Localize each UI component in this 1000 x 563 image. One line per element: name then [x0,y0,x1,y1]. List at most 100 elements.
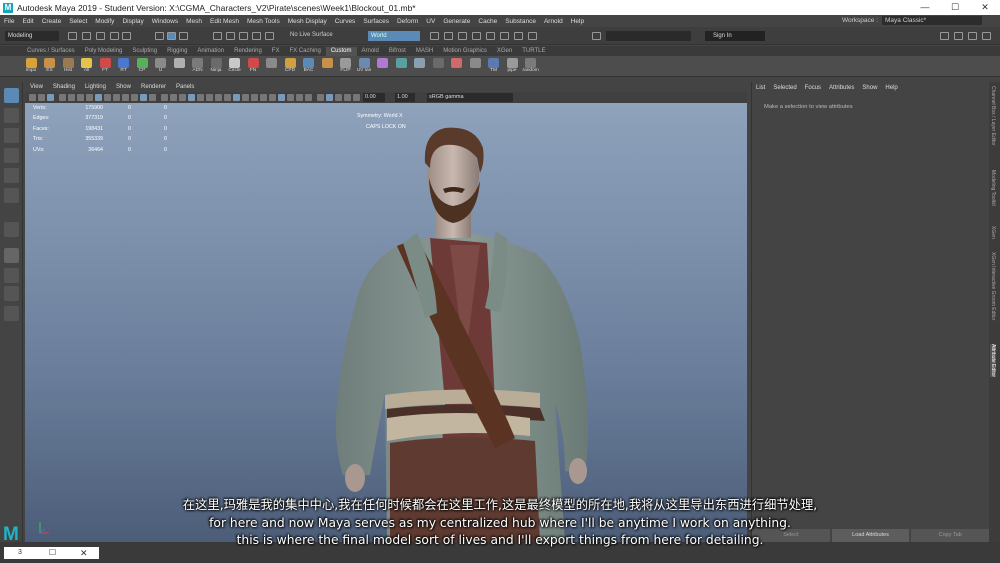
far-clip-field[interactable]: 1.00 [395,93,415,102]
panel-toolbar-icon[interactable] [269,94,276,101]
shelf-button-bac[interactable]: BAC [301,58,317,74]
panel-toolbar-icon[interactable] [38,94,45,101]
panel-toolbar-icon[interactable] [122,94,129,101]
save-scene-icon[interactable] [96,32,105,40]
last-tool-icon[interactable] [4,222,19,237]
panel-toolbar-icon[interactable] [113,94,120,101]
shelf-button-adn[interactable]: ADN [190,58,206,74]
shelf-tab-custom[interactable]: Custom [325,47,357,56]
panel-toolbar-icon[interactable] [77,94,84,101]
shelf-tab-xgen[interactable]: XGen [492,47,517,56]
outliner-layout-icon[interactable] [4,306,19,321]
panel-toolbar-icon[interactable] [140,94,147,101]
shelf-button-flip[interactable]: FLIP [338,58,354,74]
select-tool-icon[interactable] [4,88,19,103]
panel-menu-show[interactable]: Show [111,84,136,90]
workspace-dropdown[interactable]: Maya Classic* [882,16,982,25]
shelf-button-all[interactable]: All [79,58,95,74]
snap-grid-icon[interactable] [213,32,222,40]
pirate-character-model[interactable] [25,103,747,542]
menu-mesh[interactable]: Mesh [182,18,206,25]
ae-menu-focus[interactable]: Focus [801,85,825,91]
ipr-render-icon[interactable] [458,32,467,40]
panel-toolbar-icon[interactable] [59,94,66,101]
menu-cache[interactable]: Cache [474,18,501,25]
workspace-selector[interactable]: Workspace : Maya Classic* [842,16,982,25]
shelf-tab-motion-graphics[interactable]: Motion Graphics [438,47,492,56]
panel-menu-view[interactable]: View [25,84,48,90]
shelf-button-cpd[interactable]: CPD [282,58,298,74]
shelf-tab-poly-modeling[interactable]: Poly Modeling [80,47,128,56]
shelf-button-cp[interactable]: CP [134,58,150,74]
shelf-button-tool-8[interactable] [171,58,187,68]
shelf-button-tool-23[interactable] [449,58,465,68]
shelf-button-rt[interactable]: RT [116,58,132,74]
command-search-field[interactable] [606,31,691,41]
menuset-dropdown[interactable]: Modeling [5,31,59,41]
menu-display[interactable]: Display [118,18,147,25]
ae-menu-help[interactable]: Help [881,85,901,91]
menu-file[interactable]: File [0,18,18,25]
shelf-button-tool-24[interactable] [467,58,483,68]
ae-menu-selected[interactable]: Selected [769,85,800,91]
panel-toolbar-icon[interactable] [179,94,186,101]
menu-select[interactable]: Select [65,18,91,25]
panel-toolbar-icon[interactable] [131,94,138,101]
persp-viewport[interactable]: Verts: 175900 0 0 Edges: 377319 0 0 Faces: 1984… [25,103,747,542]
panel-toolbar-icon[interactable] [287,94,294,101]
arnold-pause-icon[interactable] [528,32,537,40]
two-view-icon[interactable] [4,286,19,301]
panel-toolbar-icon[interactable] [344,94,351,101]
paint-select-icon[interactable] [4,128,19,143]
shelf-tab-fx-caching[interactable]: FX Caching [284,47,325,56]
shelf-button-tool-21[interactable] [412,58,428,68]
shelf-button-impo[interactable]: Impo [23,58,39,74]
panel-toolbar-icon[interactable] [353,94,360,101]
minimize-button[interactable]: — [910,0,940,15]
shelf-tab-rendering[interactable]: Rendering [229,47,267,56]
panel-toolbar-icon[interactable] [170,94,177,101]
panel-menu-panels[interactable]: Panels [171,84,199,90]
toggle-panel-icon[interactable] [592,32,601,40]
panel-toolbar-icon[interactable] [305,94,312,101]
shelf-tab-animation[interactable]: Animation [192,47,229,56]
shelf-button-fn[interactable]: FN [245,58,261,74]
shelf-button-ft[interactable]: FT [97,58,113,74]
panel-toolbar-icon[interactable] [29,94,36,101]
live-surface-label[interactable]: No Live Surface [290,32,333,38]
redo-icon[interactable] [122,32,131,40]
menu-curves[interactable]: Curves [331,18,360,25]
shelf-button-tool-16[interactable] [319,58,335,68]
menu-mesh-display[interactable]: Mesh Display [284,18,331,25]
panel-menu-renderer[interactable]: Renderer [136,84,171,90]
panel-toolbar-icon[interactable] [161,94,168,101]
snap-surface-icon[interactable] [265,32,274,40]
shelf-button-tool-22[interactable] [430,58,446,68]
arnold-render-icon[interactable] [500,32,509,40]
maximize-button[interactable]: ☐ [940,0,970,15]
show-attribute-editor-icon[interactable] [954,32,963,40]
panel-menu-shading[interactable]: Shading [48,84,80,90]
sign-in-button[interactable]: Sign In [705,31,765,41]
shelf-tab-mash[interactable]: MASH [411,47,438,56]
new-scene-icon[interactable] [68,32,77,40]
panel-toolbar-icon[interactable] [224,94,231,101]
shelf-button-tool-13[interactable] [264,58,280,68]
undo-icon[interactable] [110,32,119,40]
panel-toolbar-icon[interactable] [242,94,249,101]
side-tab-modeling-toolkit[interactable]: Modeling Toolkit [990,170,996,206]
panel-toolbar-icon[interactable] [260,94,267,101]
near-clip-field[interactable]: 0.00 [363,93,385,102]
select-component-icon[interactable] [179,32,188,40]
show-tool-settings-icon[interactable] [968,32,977,40]
render-icon[interactable] [444,32,453,40]
panel-toolbar-icon[interactable] [95,94,102,101]
panel-toolbar-icon[interactable] [278,94,285,101]
shelf-tab-arnold[interactable]: Arnold [357,47,384,56]
menu-mesh-tools[interactable]: Mesh Tools [243,18,284,25]
shelf-button-tool-20[interactable] [393,58,409,68]
close-window-button[interactable]: ✕ [970,0,1000,15]
shelf-button-u[interactable]: U [153,58,169,74]
side-tab-channel-box[interactable]: Channel Box / Layer Editor [990,86,996,146]
shelf-tab-rigging[interactable]: Rigging [162,47,192,56]
